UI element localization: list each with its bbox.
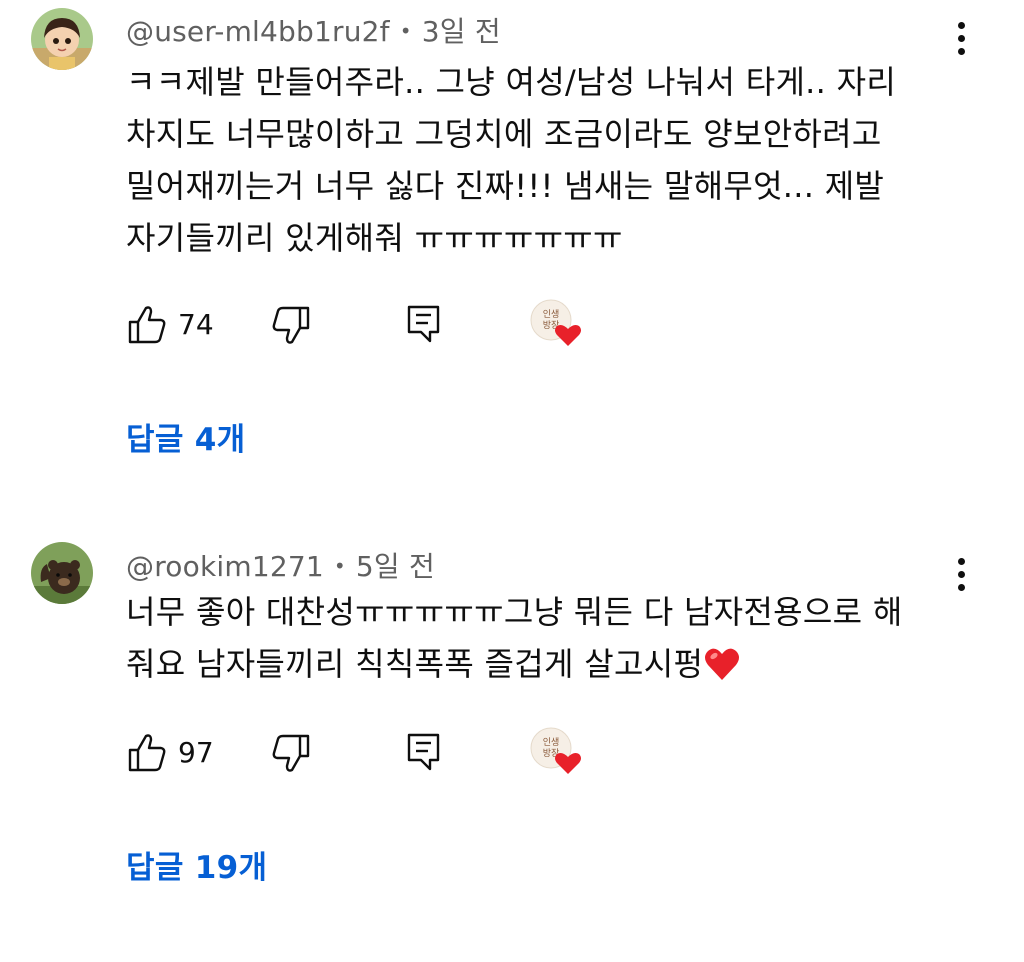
reply-button[interactable] <box>406 728 446 778</box>
meta-separator: • <box>333 554 346 578</box>
creator-heart-icon: 인생 방장 <box>528 294 586 352</box>
heart-emoji-icon <box>703 645 741 683</box>
avatar[interactable] <box>31 542 93 604</box>
reply-icon <box>406 732 442 776</box>
comment-author[interactable]: @user-ml4bb1ru2f <box>126 15 390 48</box>
avatar[interactable] <box>31 8 93 70</box>
comment-text: 너무 좋아 대찬성ㅠㅠㅠㅠㅠ그냥 뭐든 다 남자전용으로 해 줘요 남자들끼리 … <box>126 586 956 690</box>
comment-author[interactable]: @rookim1271 <box>126 550 324 583</box>
meta-separator: • <box>399 19 412 43</box>
creator-badge-top: 인생 <box>543 309 560 320</box>
creator-heart-icon: 인생 방장 <box>528 722 586 780</box>
like-count: 74 <box>178 308 214 341</box>
like-button[interactable]: 74 <box>126 300 221 350</box>
comment-text: ㅋㅋ제발 만들어주라.. 그냥 여성/남성 나눠서 타게.. 자리 차지도 너무… <box>126 63 897 257</box>
reply-button[interactable] <box>406 300 446 350</box>
thumbs-up-icon <box>128 732 166 776</box>
comment-text-body: 너무 좋아 대찬성ㅠㅠㅠㅠㅠ그냥 뭐든 다 남자전용으로 해 줘요 남자들끼리 … <box>126 593 903 683</box>
thumbs-down-icon <box>272 734 310 778</box>
creator-badge-top: 인생 <box>543 737 560 748</box>
comment-time[interactable]: 5일 전 <box>356 550 435 583</box>
comment-meta: @user-ml4bb1ru2f • 3일 전 <box>126 10 501 50</box>
comment-time[interactable]: 3일 전 <box>422 15 501 48</box>
more-options-button[interactable] <box>950 20 974 60</box>
dislike-button[interactable] <box>272 728 312 778</box>
like-count: 97 <box>178 736 214 769</box>
like-button[interactable]: 97 <box>126 728 221 778</box>
thumbs-up-icon <box>128 304 166 348</box>
view-replies-button[interactable]: 답글 19개 <box>126 842 267 887</box>
dislike-button[interactable] <box>272 300 312 350</box>
comment-actions: 74 인생 방장 <box>126 299 646 350</box>
comment-actions: 97 인생 방장 <box>126 727 646 778</box>
comment-meta: @rookim1271 • 5일 전 <box>126 545 435 585</box>
reply-icon <box>406 304 442 348</box>
thumbs-down-icon <box>272 306 310 350</box>
view-replies-button[interactable]: 답글 4개 <box>126 414 245 459</box>
